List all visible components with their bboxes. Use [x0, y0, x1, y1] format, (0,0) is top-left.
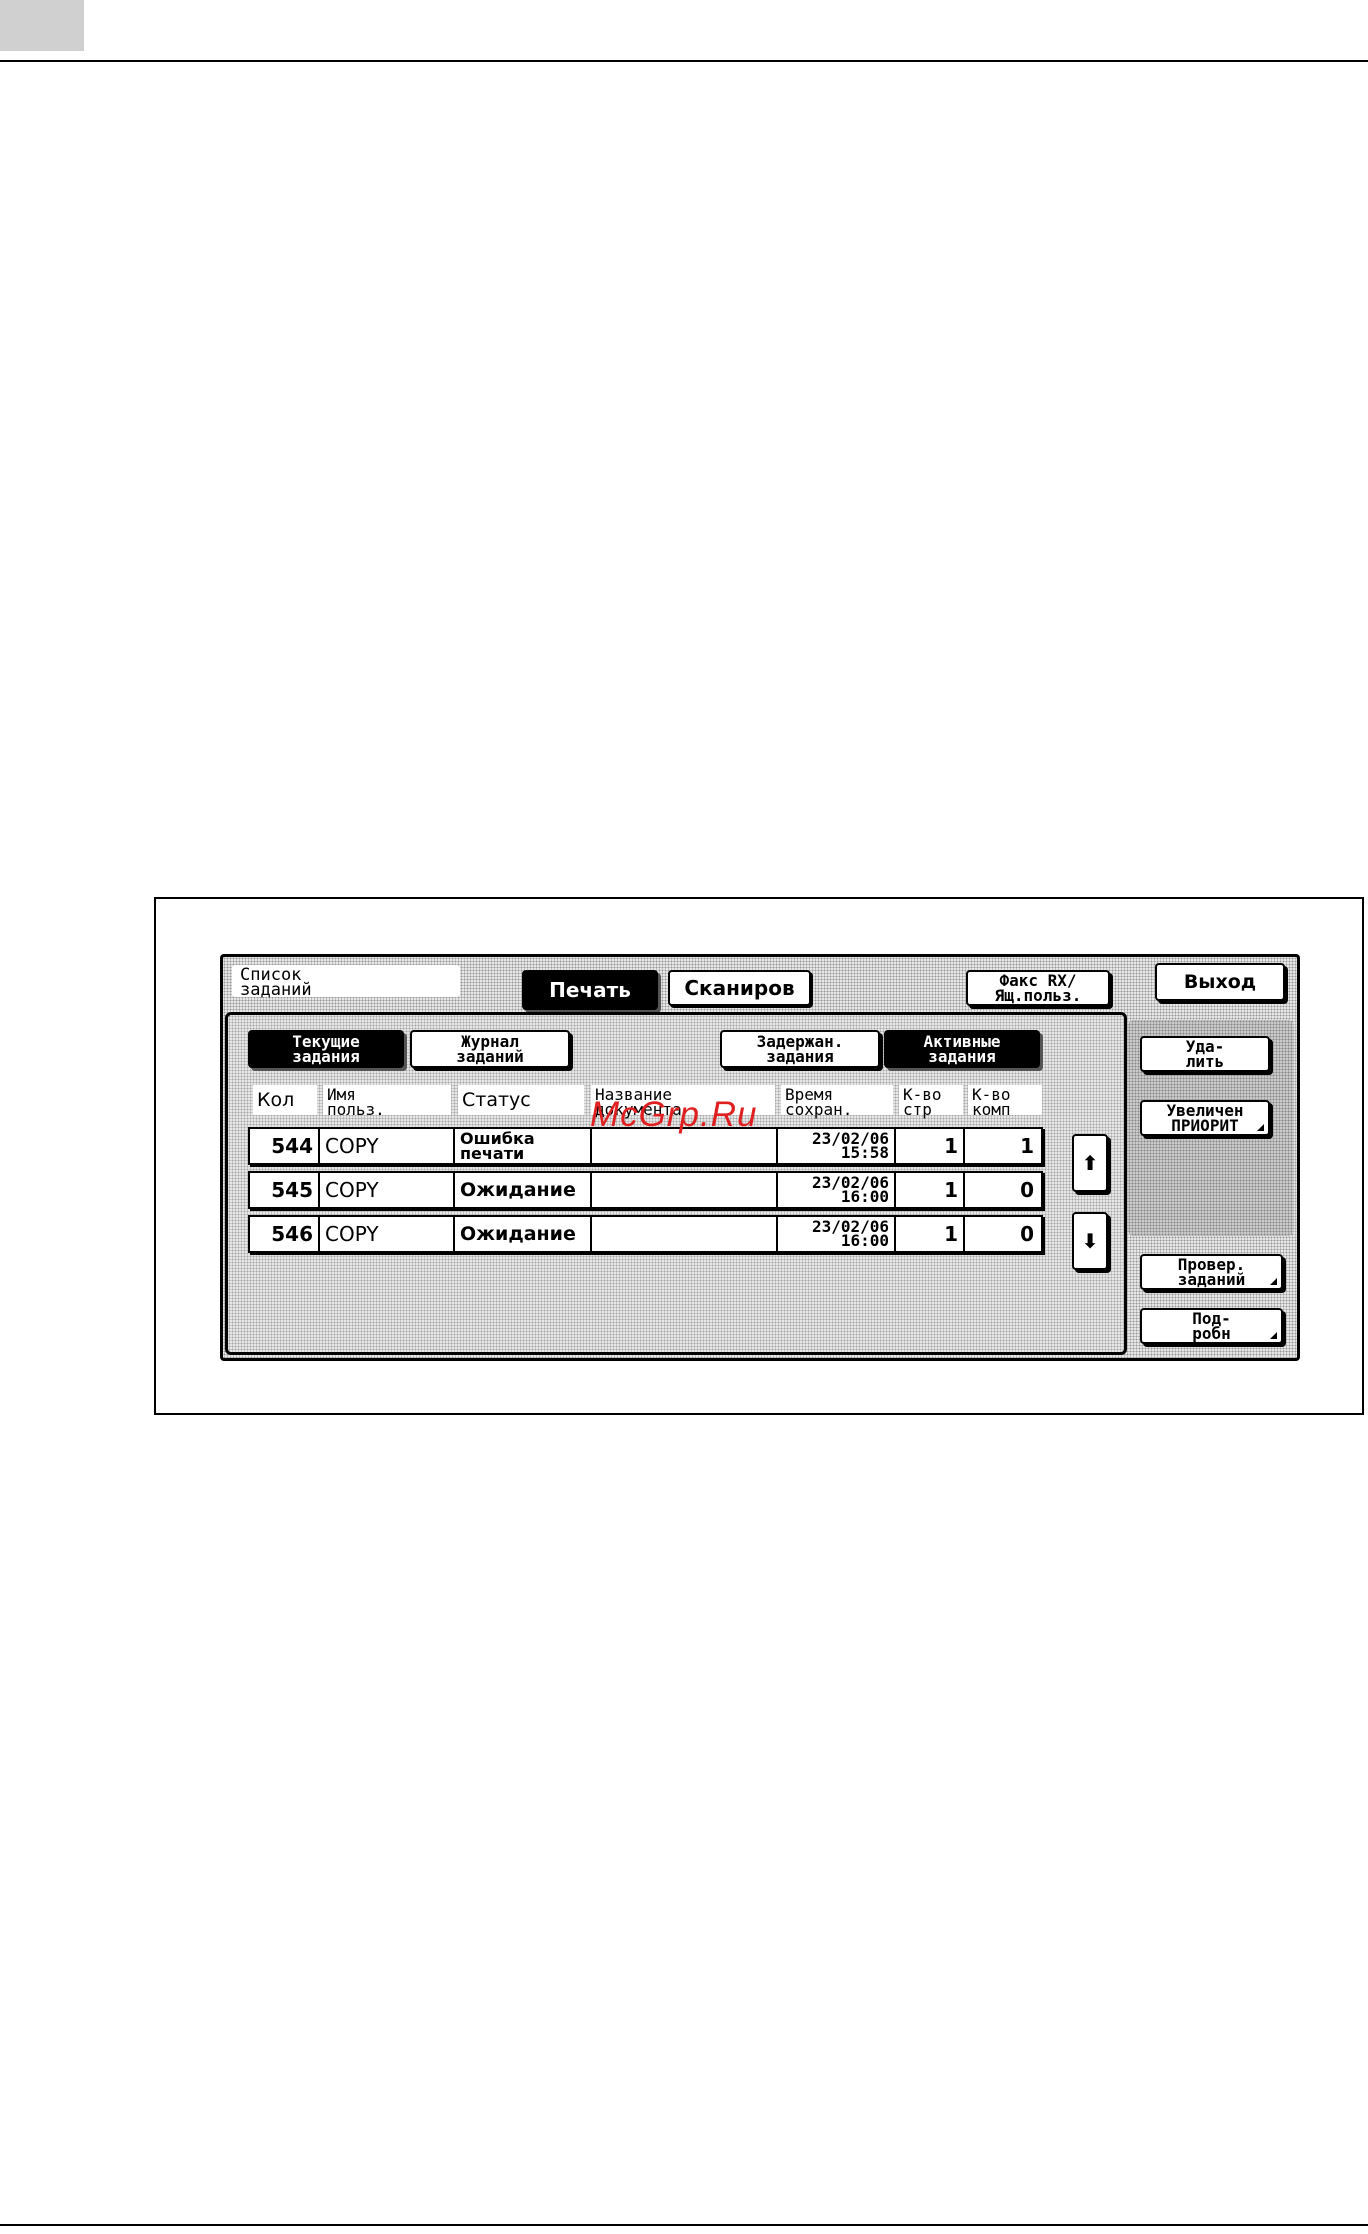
table-row[interactable]: 545 COPY Ожидание 23/02/06 16:00 1 0	[248, 1171, 1043, 1209]
increase-priority-button[interactable]: Увеличен ПРИОРИТ	[1140, 1100, 1270, 1136]
scroll-up-button[interactable]: ⬆	[1072, 1134, 1108, 1192]
job-number: 544	[250, 1129, 320, 1163]
job-copies: 0	[1020, 1178, 1034, 1202]
job-copies: 1	[1020, 1134, 1034, 1158]
column-header-pages: К-во стр	[899, 1085, 963, 1118]
subtab-held-jobs[interactable]: Задержан. задания	[720, 1030, 880, 1068]
arrow-down-icon: ⬇	[1081, 1228, 1099, 1253]
watermark: McGrp.Ru	[590, 1095, 758, 1134]
job-copies: 0	[1020, 1222, 1034, 1246]
job-document-name	[592, 1217, 778, 1251]
job-document-name	[592, 1173, 778, 1207]
subtab-job-log[interactable]: Журнал заданий	[410, 1030, 570, 1068]
subtab-current-jobs[interactable]: Текущие задания	[248, 1030, 404, 1068]
job-number: 545	[250, 1173, 320, 1207]
screen-title-label: Список заданий	[232, 965, 460, 999]
job-status: Ошибка печати	[455, 1129, 592, 1163]
submenu-corner-icon	[1270, 1278, 1277, 1285]
arrow-up-icon: ⬆	[1081, 1150, 1099, 1175]
exit-button[interactable]: Выход	[1155, 963, 1285, 1001]
job-save-time: 23/02/06 15:58	[778, 1129, 896, 1163]
header-rule	[0, 60, 1368, 62]
footer-rule	[0, 2224, 1368, 2226]
job-status: Ожидание	[455, 1217, 592, 1251]
details-button[interactable]: Под- робн	[1140, 1308, 1283, 1344]
column-header-user: Имя польз.	[323, 1085, 451, 1118]
job-status: Ожидание	[455, 1173, 592, 1207]
scroll-down-button[interactable]: ⬇	[1072, 1212, 1108, 1270]
check-jobs-label: Провер. заданий	[1177, 1255, 1246, 1289]
column-header-save-time: Время сохран.	[781, 1085, 893, 1118]
delete-button[interactable]: Уда- лить	[1140, 1036, 1270, 1072]
job-number: 546	[250, 1217, 320, 1251]
job-save-time: 23/02/06 16:00	[778, 1217, 896, 1251]
subtab-active-jobs[interactable]: Активные задания	[884, 1030, 1040, 1068]
column-header-num: Кол	[253, 1085, 317, 1115]
job-save-time: 23/02/06 16:00	[778, 1173, 896, 1207]
job-pages: 1	[896, 1217, 965, 1251]
tab-fax-rx[interactable]: Факс RX/ Ящ.польз.	[966, 970, 1110, 1006]
job-pages: 1	[896, 1173, 965, 1207]
submenu-corner-icon	[1270, 1332, 1277, 1339]
details-label: Под- робн	[1192, 1309, 1231, 1343]
check-jobs-button[interactable]: Провер. заданий	[1140, 1254, 1283, 1290]
column-header-status: Статус	[458, 1085, 584, 1115]
column-header-copies: К-во комп	[968, 1085, 1042, 1118]
tab-scan[interactable]: Сканиров	[668, 970, 811, 1006]
job-user: COPY	[320, 1129, 455, 1163]
table-row[interactable]: 546 COPY Ожидание 23/02/06 16:00 1 0	[248, 1215, 1043, 1253]
job-user: COPY	[320, 1217, 455, 1251]
page-corner-block	[0, 0, 84, 51]
tab-print[interactable]: Печать	[522, 970, 658, 1010]
job-user: COPY	[320, 1173, 455, 1207]
submenu-corner-icon	[1257, 1124, 1264, 1131]
job-pages: 1	[896, 1129, 965, 1163]
increase-priority-label: Увеличен ПРИОРИТ	[1166, 1101, 1244, 1135]
